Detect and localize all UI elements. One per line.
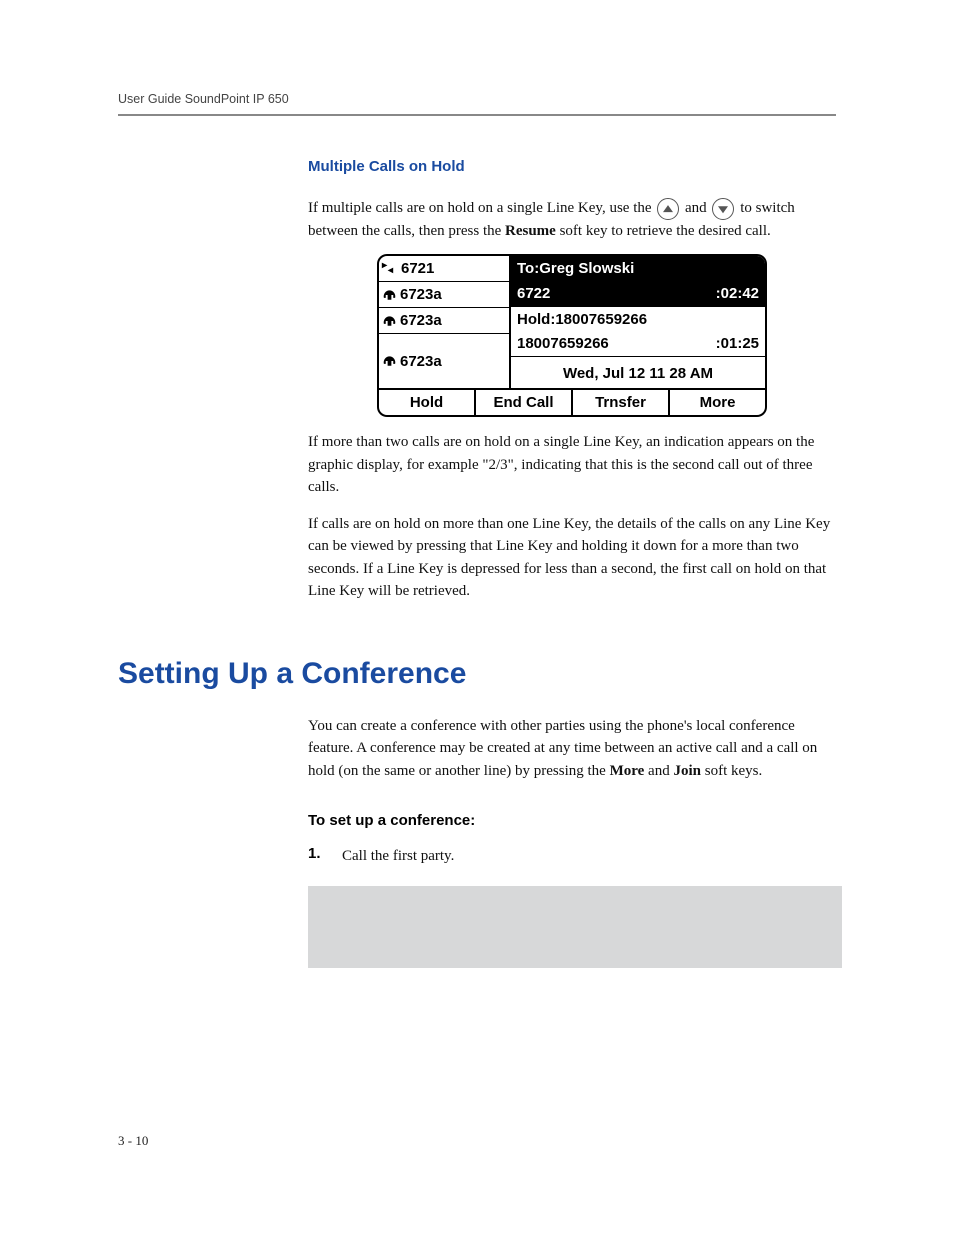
datetime-row: Wed, Jul 12 11 28 AM (511, 357, 765, 388)
hold-call-row: 18007659266 :01:25 (511, 332, 765, 357)
down-arrow-icon (712, 198, 734, 220)
active-call-time: :02:42 (716, 285, 759, 302)
text: soft keys. (705, 763, 763, 779)
active-call-number: 6722 (517, 285, 550, 302)
softkey-more: More (670, 390, 765, 415)
paragraph: If more than two calls are on hold on a … (308, 431, 836, 499)
phone-icon (382, 354, 397, 368)
paragraph: If calls are on hold on more than one Li… (308, 513, 836, 603)
active-call-row: 6722 :02:42 (511, 281, 765, 306)
text: and (648, 763, 673, 779)
line-key-row: 6723a (379, 334, 509, 388)
text: soft key to retrieve the desired call. (560, 223, 771, 239)
text: If multiple calls are on hold on a singl… (308, 200, 655, 216)
softkey-transfer: Trnsfer (573, 390, 670, 415)
step-number: 1. (308, 845, 326, 868)
line-keys-column: 6721 6723a 6723a 6723a (379, 256, 511, 388)
paragraph: You can create a conference with other p… (308, 715, 836, 783)
phone-icon (382, 288, 397, 302)
paragraph: If multiple calls are on hold on a singl… (308, 197, 836, 242)
call-to-row: To:Greg Slowski (511, 256, 765, 281)
call-to-label: To:Greg Slowski (517, 260, 634, 277)
softkeys-row: Hold End Call Trnsfer More (379, 388, 765, 415)
heading-setting-up-conference: Setting Up a Conference (118, 657, 836, 691)
phone-icon (382, 314, 397, 328)
bold-text: Resume (505, 223, 556, 239)
line-label: 6723a (400, 312, 442, 329)
hold-label: Hold:18007659266 (517, 311, 647, 328)
hold-time: :01:25 (716, 335, 759, 352)
page-header: User Guide SoundPoint IP 650 (118, 92, 836, 116)
hold-number: 18007659266 (517, 335, 609, 352)
softkey-hold: Hold (379, 390, 476, 415)
line-key-row: 6723a (379, 282, 509, 308)
hold-label-row: Hold:18007659266 (511, 307, 765, 332)
page-number: 3 - 10 (118, 1133, 148, 1149)
phone-screen-figure: 6721 6723a 6723a 6723a (377, 254, 767, 417)
call-arrows-icon (382, 262, 398, 276)
line-label: 6723a (400, 353, 442, 370)
note-placeholder-block (308, 886, 842, 968)
bold-text: Join (673, 763, 701, 779)
line-label: 6723a (400, 286, 442, 303)
line-label: 6721 (401, 260, 434, 277)
sub-heading-multiple-calls: Multiple Calls on Hold (308, 158, 836, 175)
step-text: Call the first party. (342, 845, 454, 868)
line-key-row: 6723a (379, 308, 509, 334)
call-info-area: To:Greg Slowski 6722 :02:42 Hold:1800765… (511, 256, 765, 388)
text: and (685, 200, 710, 216)
line-key-row: 6721 (379, 256, 509, 282)
softkey-end-call: End Call (476, 390, 573, 415)
steps-title: To set up a conference: (308, 812, 836, 829)
bold-text: More (610, 763, 645, 779)
up-arrow-icon (657, 198, 679, 220)
step-1: 1. Call the first party. (308, 845, 836, 868)
